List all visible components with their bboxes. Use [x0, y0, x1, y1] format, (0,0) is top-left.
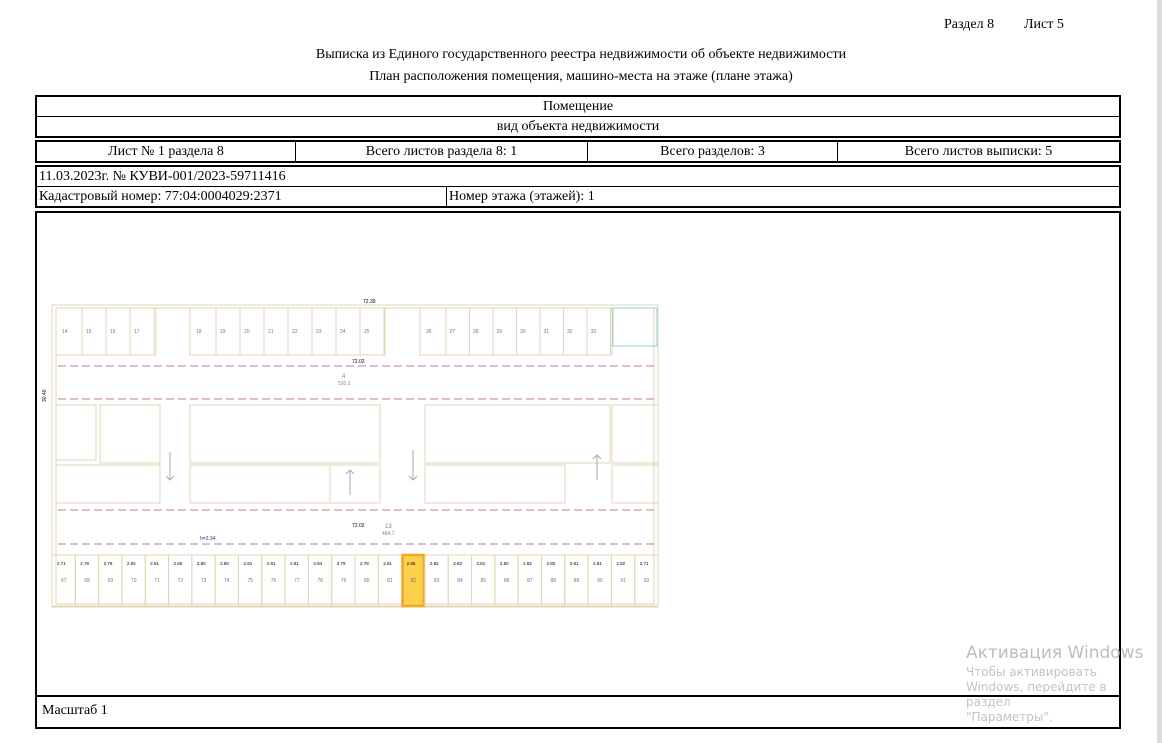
parking-space-number: 78 [317, 578, 323, 584]
height-dim: 30.40 [42, 389, 48, 402]
parking-space-width: 2.84 [313, 561, 322, 566]
rooms-11-12 [611, 464, 659, 504]
windows-activation-watermark: Активация Windows Чтобы активировать Win… [966, 641, 1154, 725]
top-space-number: 28 [473, 329, 479, 335]
parking-space-number: 80 [364, 578, 370, 584]
top-space-number: 14 [62, 329, 68, 335]
room-13-area: 484.7 [382, 531, 395, 537]
parking-space-number: 85 [481, 578, 487, 584]
total-width-dim: 72.39 [363, 299, 376, 305]
top-space-number: 22 [292, 329, 298, 335]
parking-space-width: 2.85 [407, 561, 416, 566]
parking-space-number: 92 [644, 578, 650, 584]
floor-plan: 72.39 72.02 72.02 30.40 h=2.34 13 484.7 … [42, 299, 659, 608]
top-space-number: 19 [220, 329, 226, 335]
parking-space-width: 2.80 [220, 561, 229, 566]
parking-space-number: 88 [550, 578, 556, 584]
scrollbar[interactable] [1157, 0, 1162, 743]
parking-space-number: 79 [341, 578, 347, 584]
parking-space-number: 82 [411, 578, 417, 584]
parking-space-number: 69 [108, 578, 114, 584]
parking-space-number: 67 [61, 578, 67, 584]
parking-space-width: 2.81 [383, 561, 392, 566]
top-space-number: 20 [244, 329, 250, 335]
parking-space-width: 2.79 [104, 561, 113, 566]
parking-space-number: 70 [131, 578, 137, 584]
parking-space-width: 2.82 [430, 561, 439, 566]
top-space-number: 15 [86, 329, 92, 335]
parking-space-number: 74 [224, 578, 230, 584]
parking-space-number: 71 [154, 578, 160, 584]
watermark-line1: Чтобы активировать Windows, перейдите в … [966, 665, 1107, 709]
inner-width-dim-2: 72.02 [352, 523, 365, 529]
parking-space-number: 87 [527, 578, 533, 584]
top-space-number: 29 [497, 329, 503, 335]
parking-space-width: 2.82 [127, 561, 136, 566]
watermark-title: Активация Windows [966, 643, 1144, 663]
parking-space-width: 2.81 [243, 561, 252, 566]
rooms-9-10 [611, 404, 659, 464]
top-space-number: 27 [450, 329, 456, 335]
parking-space-width: 2.81 [570, 561, 579, 566]
parking-space-width: 2.81 [150, 561, 159, 566]
room-4-number: 4 [342, 374, 346, 380]
parking-space-width: 2.81 [477, 561, 486, 566]
parking-space-width: 2.79 [337, 561, 346, 566]
room-4-area: 520.2 [338, 381, 351, 387]
parking-space-width: 2.71 [57, 561, 66, 566]
parking-space-number: 77 [294, 578, 300, 584]
parking-space-number: 90 [597, 578, 603, 584]
parking-space-number: 83 [434, 578, 440, 584]
parking-space-number: 73 [201, 578, 207, 584]
parking-space-number: 84 [457, 578, 463, 584]
parking-space-width: 2.80 [500, 561, 509, 566]
top-space-number: 31 [544, 329, 550, 335]
parking-space-width: 2.82 [616, 561, 625, 566]
block-right-upper [424, 404, 611, 464]
top-space-number: 33 [591, 329, 597, 335]
room-13-number: 13 [385, 524, 392, 530]
top-space-number: 21 [268, 329, 274, 335]
parking-space-width: 2.78 [360, 561, 369, 566]
parking-space-width: 2.71 [640, 561, 649, 566]
parking-space-width: 2.82 [453, 561, 462, 566]
parking-space-width: 2.81 [593, 561, 602, 566]
room-93 [329, 464, 381, 504]
block-left-lower [55, 464, 161, 504]
top-space-number: 30 [520, 329, 526, 335]
top-space-number: 32 [567, 329, 573, 335]
top-space-number: 25 [364, 329, 370, 335]
top-space-number: 23 [316, 329, 322, 335]
parking-space-width: 2.81 [267, 561, 276, 566]
parking-space-number: 76 [271, 578, 277, 584]
parking-space-width: 2.80 [174, 561, 183, 566]
top-space-number: 24 [340, 329, 346, 335]
inner-width-dim: 72.02 [352, 359, 365, 365]
parking-space-number: 89 [574, 578, 580, 584]
rooms-1-2 [55, 404, 97, 461]
top-space-number: 16 [110, 329, 116, 335]
block-right-lower [424, 464, 566, 504]
parking-space-number: 68 [84, 578, 90, 584]
parking-space-number: 86 [504, 578, 510, 584]
parking-space-width: 2.80 [197, 561, 206, 566]
ceiling-height: h=2.34 [200, 536, 216, 542]
parking-space-width: 2.79 [80, 561, 89, 566]
top-space-number: 18 [196, 329, 202, 335]
parking-space-number: 72 [178, 578, 184, 584]
parking-space-width: 2.80 [546, 561, 555, 566]
parking-space-width: 2.82 [523, 561, 532, 566]
block-left-upper [99, 404, 161, 464]
block-middle-upper [189, 404, 381, 464]
parking-space-width: 2.81 [290, 561, 299, 566]
top-space-number: 26 [426, 329, 432, 335]
block-middle-lower [189, 464, 331, 504]
parking-space-number: 91 [620, 578, 626, 584]
watermark-line2: "Параметры". [966, 710, 1053, 724]
room-7 [612, 307, 658, 347]
parking-space-number: 75 [247, 578, 253, 584]
top-space-number: 17 [134, 329, 140, 335]
parking-space-number: 81 [387, 578, 393, 584]
